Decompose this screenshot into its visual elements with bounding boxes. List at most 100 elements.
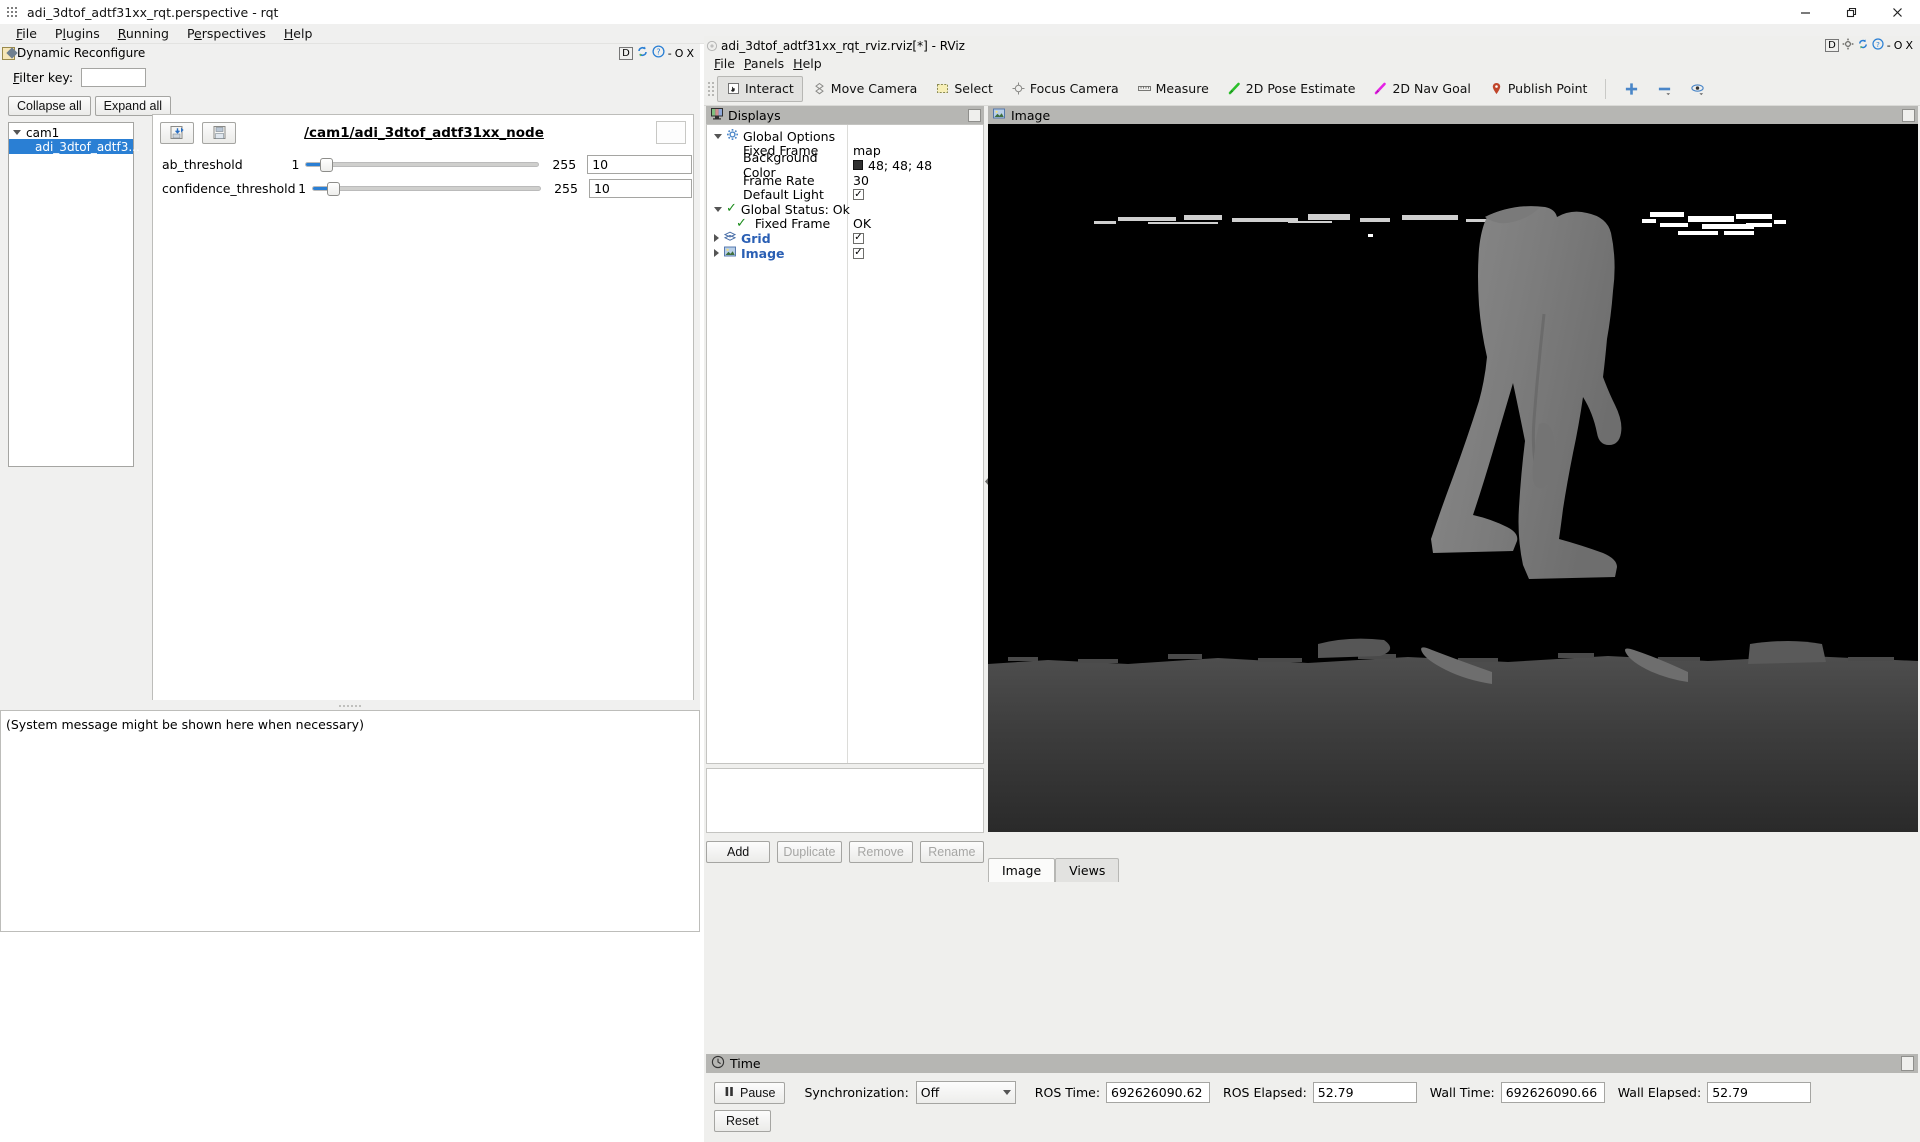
time-panel: Time Pause Synchronization: Off ROS Time… [706, 1054, 1918, 1142]
chevron-right-icon[interactable] [714, 249, 719, 257]
select-rect-icon [935, 81, 950, 96]
param-slider-confidence-threshold[interactable] [312, 186, 541, 191]
tool-select[interactable]: Select [926, 76, 1002, 102]
close-icon[interactable] [1874, 0, 1920, 24]
toolbar-grip-icon[interactable] [708, 78, 714, 100]
display-value-background-color[interactable]: 48; 48; 48 [853, 158, 932, 173]
tool-visibility[interactable] [1681, 76, 1714, 102]
display-row-image[interactable]: Image ✓ [707, 246, 983, 261]
rviz-menu-panels[interactable]: Panels [744, 56, 793, 71]
menu-plugins[interactable]: Plugins [46, 25, 109, 42]
param-slider-ab-threshold[interactable] [305, 162, 538, 167]
wall-time-field[interactable]: 692626090.66 [1501, 1082, 1605, 1103]
tool-add-panel[interactable] [1615, 76, 1648, 102]
refresh-icon[interactable] [636, 45, 649, 61]
chevron-down-icon[interactable] [714, 207, 722, 212]
gear-icon [726, 128, 739, 144]
display-row-global-status[interactable]: ✓ Global Status: Ok [707, 202, 983, 217]
help-icon[interactable]: ? [652, 45, 665, 61]
param-value-ab-threshold[interactable]: 10 [587, 155, 692, 174]
tree-node-adi-3dtof[interactable]: adi_3dtof_adtf3... [9, 139, 133, 154]
display-row-status-fixed-frame[interactable]: ✓ Fixed Frame OK [707, 217, 983, 232]
tool-interact[interactable]: Interact [717, 76, 803, 102]
display-value-frame-rate[interactable]: 30 [853, 173, 869, 188]
expand-all-button[interactable]: Expand all [95, 96, 171, 116]
image-icon [992, 107, 1006, 123]
display-value-default-light[interactable]: ✓ [853, 189, 864, 200]
rviz-menu-help[interactable]: Help [793, 56, 831, 71]
node-spare-box[interactable] [656, 121, 686, 144]
rviz-menu-file[interactable]: File [714, 56, 744, 71]
checkbox-checked-icon[interactable]: ✓ [853, 189, 864, 200]
rviz-close-button[interactable]: X [1905, 39, 1913, 52]
tool-move-camera[interactable]: Move Camera [803, 76, 927, 102]
tool-2d-nav-goal[interactable]: 2D Nav Goal [1364, 76, 1479, 102]
ros-elapsed-field[interactable]: 52.79 [1313, 1082, 1417, 1103]
wall-elapsed-field[interactable]: 52.79 [1707, 1082, 1811, 1103]
pause-button[interactable]: Pause [714, 1082, 785, 1104]
dock-close-button[interactable]: X [686, 47, 694, 60]
refresh-icon[interactable] [1857, 38, 1869, 53]
add-display-button[interactable]: Add [706, 841, 770, 863]
synchronization-select[interactable]: Off [916, 1081, 1016, 1104]
reset-button[interactable]: Reset [714, 1110, 771, 1132]
displays-float-button[interactable] [968, 109, 981, 122]
tool-publish-point-label: Publish Point [1508, 81, 1588, 96]
menu-help[interactable]: Help [275, 25, 322, 42]
tool-remove-panel[interactable] [1648, 76, 1681, 102]
reset-row: Reset [706, 1104, 1918, 1132]
rviz-minimize-button[interactable]: - [1887, 39, 1891, 52]
display-row-background-color[interactable]: Background Color 48; 48; 48 [707, 158, 983, 173]
tool-focus-camera[interactable]: Focus Camera [1002, 76, 1128, 102]
minimize-icon[interactable] [1782, 0, 1828, 24]
dock-minimize-button[interactable]: - [668, 47, 672, 60]
window-controls [1782, 0, 1920, 24]
menu-file[interactable]: File [7, 25, 46, 42]
check-icon: ✓ [726, 204, 737, 214]
wall-elapsed-label: Wall Elapsed: [1618, 1085, 1701, 1100]
eye-icon [1690, 81, 1705, 96]
gear-icon[interactable] [1842, 38, 1854, 53]
checkbox-checked-icon[interactable]: ✓ [853, 233, 864, 244]
display-row-frame-rate[interactable]: Frame Rate 30 [707, 173, 983, 188]
rviz-window-controls: D ? - O X [1825, 38, 1920, 53]
ros-time-field[interactable]: 692626090.62 [1106, 1082, 1210, 1103]
tab-views[interactable]: Views [1055, 858, 1119, 882]
dock-float-button[interactable]: O [675, 47, 684, 60]
dock-detach-button[interactable]: D [619, 47, 633, 60]
help-icon[interactable]: ? [1872, 38, 1884, 53]
displays-tree[interactable]: Global Options Fixed Frame map Backgroun… [706, 124, 984, 764]
ros-time-label: ROS Time: [1035, 1085, 1100, 1100]
rviz-dock-button[interactable]: D [1825, 39, 1839, 52]
display-row-default-light[interactable]: Default Light ✓ [707, 187, 983, 202]
rviz-title-text: adi_3dtof_adtf31xx_rqt_rviz.rviz[*] - RV… [721, 39, 965, 53]
display-value-grid[interactable]: ✓ [853, 233, 864, 244]
image-panel-float-button[interactable] [1902, 109, 1915, 122]
collapse-all-button[interactable]: Collapse all [8, 96, 91, 116]
chevron-down-icon[interactable] [714, 134, 722, 139]
magenta-arrow-icon [1373, 81, 1388, 96]
checkbox-checked-icon[interactable]: ✓ [853, 248, 864, 259]
menu-running[interactable]: Running [109, 25, 178, 42]
menu-perspectives[interactable]: Perspectives [178, 25, 275, 42]
display-label-status-fixed-frame: Fixed Frame [755, 216, 830, 231]
tool-measure[interactable]: Measure [1128, 76, 1218, 102]
display-value-image[interactable]: ✓ [853, 248, 864, 259]
display-row-grid[interactable]: Grid ✓ [707, 231, 983, 246]
display-value-fixed-frame[interactable]: map [853, 143, 881, 158]
node-tree[interactable]: cam1 adi_3dtof_adtf3... [8, 122, 134, 467]
rviz-float-button[interactable]: O [1894, 39, 1903, 52]
time-panel-float-button[interactable] [1901, 1056, 1914, 1071]
param-value-confidence-threshold[interactable]: 10 [589, 179, 692, 198]
display-row-global-options[interactable]: Global Options [707, 129, 983, 144]
tree-node-cam1[interactable]: cam1 [9, 126, 133, 139]
tool-2d-pose-estimate[interactable]: 2D Pose Estimate [1218, 76, 1365, 102]
chevron-down-icon[interactable] [13, 130, 21, 135]
depth-image-canvas[interactable] [988, 124, 1918, 832]
tab-image[interactable]: Image [988, 858, 1055, 882]
dynamic-reconfigure-dock-header: Dynamic Reconfigure D ? - O X [0, 44, 700, 62]
filter-key-input[interactable] [81, 68, 146, 87]
tool-publish-point[interactable]: Publish Point [1480, 76, 1597, 102]
maximize-icon[interactable] [1828, 0, 1874, 24]
chevron-right-icon[interactable] [714, 234, 719, 242]
